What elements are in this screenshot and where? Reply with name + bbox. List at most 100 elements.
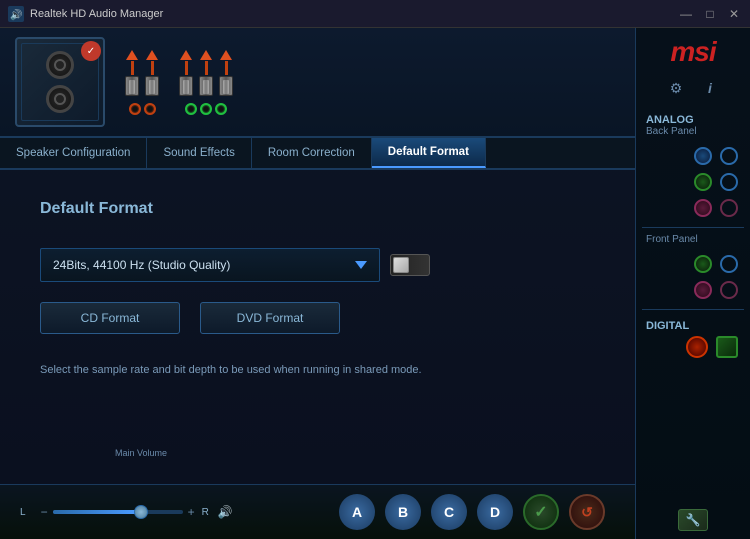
dropdown-row: 24Bits, 44100 Hz (Studio Quality)	[40, 248, 595, 282]
jack-stem-4	[205, 61, 208, 75]
volume-slider-wrap: − + R 🔊	[41, 505, 324, 519]
jack-pin-2	[145, 50, 159, 96]
dropdown-value: 24Bits, 44100 Hz (Studio Quality)	[53, 258, 230, 272]
back-panel-label: Back Panel	[636, 126, 697, 137]
jack-hole-green-2	[200, 103, 212, 115]
jack-hole-2	[144, 103, 156, 115]
port-green-outline-1[interactable]	[720, 173, 738, 191]
jack-group-2	[179, 50, 233, 115]
dvd-format-button[interactable]: DVD Format	[200, 302, 340, 334]
wrench-button[interactable]: 🔧	[678, 509, 708, 531]
format-buttons: CD Format DVD Format	[40, 302, 595, 334]
back-panel-row-1	[636, 143, 750, 169]
bottom-action-buttons: A B C D ✓ ↺	[339, 494, 605, 530]
jack-base-5	[219, 76, 233, 96]
port-green-1[interactable]	[694, 173, 712, 191]
svg-text:🔊: 🔊	[10, 8, 22, 21]
speaker-mute-button[interactable]: 🔊	[218, 505, 233, 519]
jack-base-4	[199, 76, 213, 96]
tab-speaker-configuration[interactable]: Speaker Configuration	[0, 138, 147, 168]
jack-pin-4	[199, 50, 213, 96]
tab-room-correction[interactable]: Room Correction	[252, 138, 372, 168]
volume-lr-label: L	[20, 507, 26, 518]
close-button[interactable]: ✕	[726, 7, 742, 21]
active-indicator: ✓	[81, 41, 101, 61]
jack-holes-2	[185, 103, 227, 115]
jack-arrow-1	[126, 50, 138, 60]
maximize-button[interactable]: □	[702, 7, 718, 21]
content-area: Default Format 24Bits, 44100 Hz (Studio …	[0, 170, 635, 484]
speaker-circle-top	[46, 51, 74, 79]
jack-group-1	[125, 50, 159, 115]
port-pink-1[interactable]	[694, 199, 712, 217]
jack-stem-3	[185, 61, 188, 75]
title-bar: 🔊 Realtek HD Audio Manager — □ ✕	[0, 0, 750, 28]
jack-stem-2	[151, 61, 154, 75]
jack-hole-green	[185, 103, 197, 115]
digital-ports-row	[636, 332, 750, 362]
info-icon[interactable]: i	[698, 76, 722, 100]
port-green-front-outline[interactable]	[720, 255, 738, 273]
jack-holes-1	[129, 103, 156, 115]
port-blue-outline-1[interactable]	[720, 147, 738, 165]
toggle-knob	[393, 257, 409, 273]
port-pink-outline-1[interactable]	[720, 199, 738, 217]
button-c[interactable]: C	[431, 494, 467, 530]
digital-label: DIGITAL	[636, 320, 689, 332]
window-title: Realtek HD Audio Manager	[30, 8, 678, 20]
back-panel-row-3	[636, 195, 750, 221]
jack-base-3	[179, 76, 193, 96]
tab-sound-effects[interactable]: Sound Effects	[147, 138, 251, 168]
button-check[interactable]: ✓	[523, 494, 559, 530]
jack-hole-green-3	[215, 103, 227, 115]
jack-arrow-3	[180, 50, 192, 60]
volume-minus[interactable]: −	[41, 505, 48, 519]
app-icon: 🔊	[8, 6, 24, 22]
audio-header: ✓	[0, 28, 635, 138]
vol-l-label: L	[20, 507, 26, 518]
speaker-icon: ✓	[15, 37, 105, 127]
port-digital-green[interactable]	[716, 336, 738, 358]
jack-base-2	[145, 76, 159, 96]
content-title: Default Format	[40, 200, 595, 218]
back-panel-row-2	[636, 169, 750, 195]
jack-connector-1	[125, 50, 159, 96]
tab-default-format[interactable]: Default Format	[372, 138, 486, 168]
jack-hole-1	[129, 103, 141, 115]
port-optical[interactable]	[686, 336, 708, 358]
vol-r-label: R	[202, 507, 209, 518]
analog-label: ANALOG	[636, 114, 694, 126]
volume-slider-thumb[interactable]	[134, 505, 148, 519]
volume-slider-fill	[53, 510, 138, 514]
button-refresh[interactable]: ↺	[569, 494, 605, 530]
front-panel-row-2	[636, 277, 750, 303]
cd-format-button[interactable]: CD Format	[40, 302, 180, 334]
minimize-button[interactable]: —	[678, 7, 694, 21]
front-panel-label: Front Panel	[636, 234, 698, 245]
port-pink-front-outline[interactable]	[720, 281, 738, 299]
volume-main-label: Main Volume	[115, 448, 167, 458]
button-b[interactable]: B	[385, 494, 421, 530]
toggle-button[interactable]	[390, 254, 430, 276]
dropdown-arrow-icon	[355, 261, 367, 269]
window-controls: — □ ✕	[678, 7, 742, 21]
jack-pin-5	[219, 50, 233, 96]
port-blue-1[interactable]	[694, 147, 712, 165]
jack-stem-1	[131, 61, 134, 75]
jack-arrow-5	[220, 50, 232, 60]
gear-icon[interactable]: ⚙	[664, 76, 688, 100]
jack-arrow-4	[200, 50, 212, 60]
volume-slider-track[interactable]	[53, 510, 183, 514]
format-dropdown[interactable]: 24Bits, 44100 Hz (Studio Quality)	[40, 248, 380, 282]
button-d[interactable]: D	[477, 494, 513, 530]
port-green-front-1[interactable]	[694, 255, 712, 273]
msi-logo: msi	[670, 36, 715, 68]
jack-arrow-2	[146, 50, 158, 60]
help-text: Select the sample rate and bit depth to …	[40, 364, 595, 376]
volume-plus[interactable]: +	[188, 505, 195, 519]
jack-pin-3	[179, 50, 193, 96]
left-panel: ✓	[0, 28, 635, 539]
button-a[interactable]: A	[339, 494, 375, 530]
front-panel-row-1	[636, 251, 750, 277]
port-pink-front-1[interactable]	[694, 281, 712, 299]
